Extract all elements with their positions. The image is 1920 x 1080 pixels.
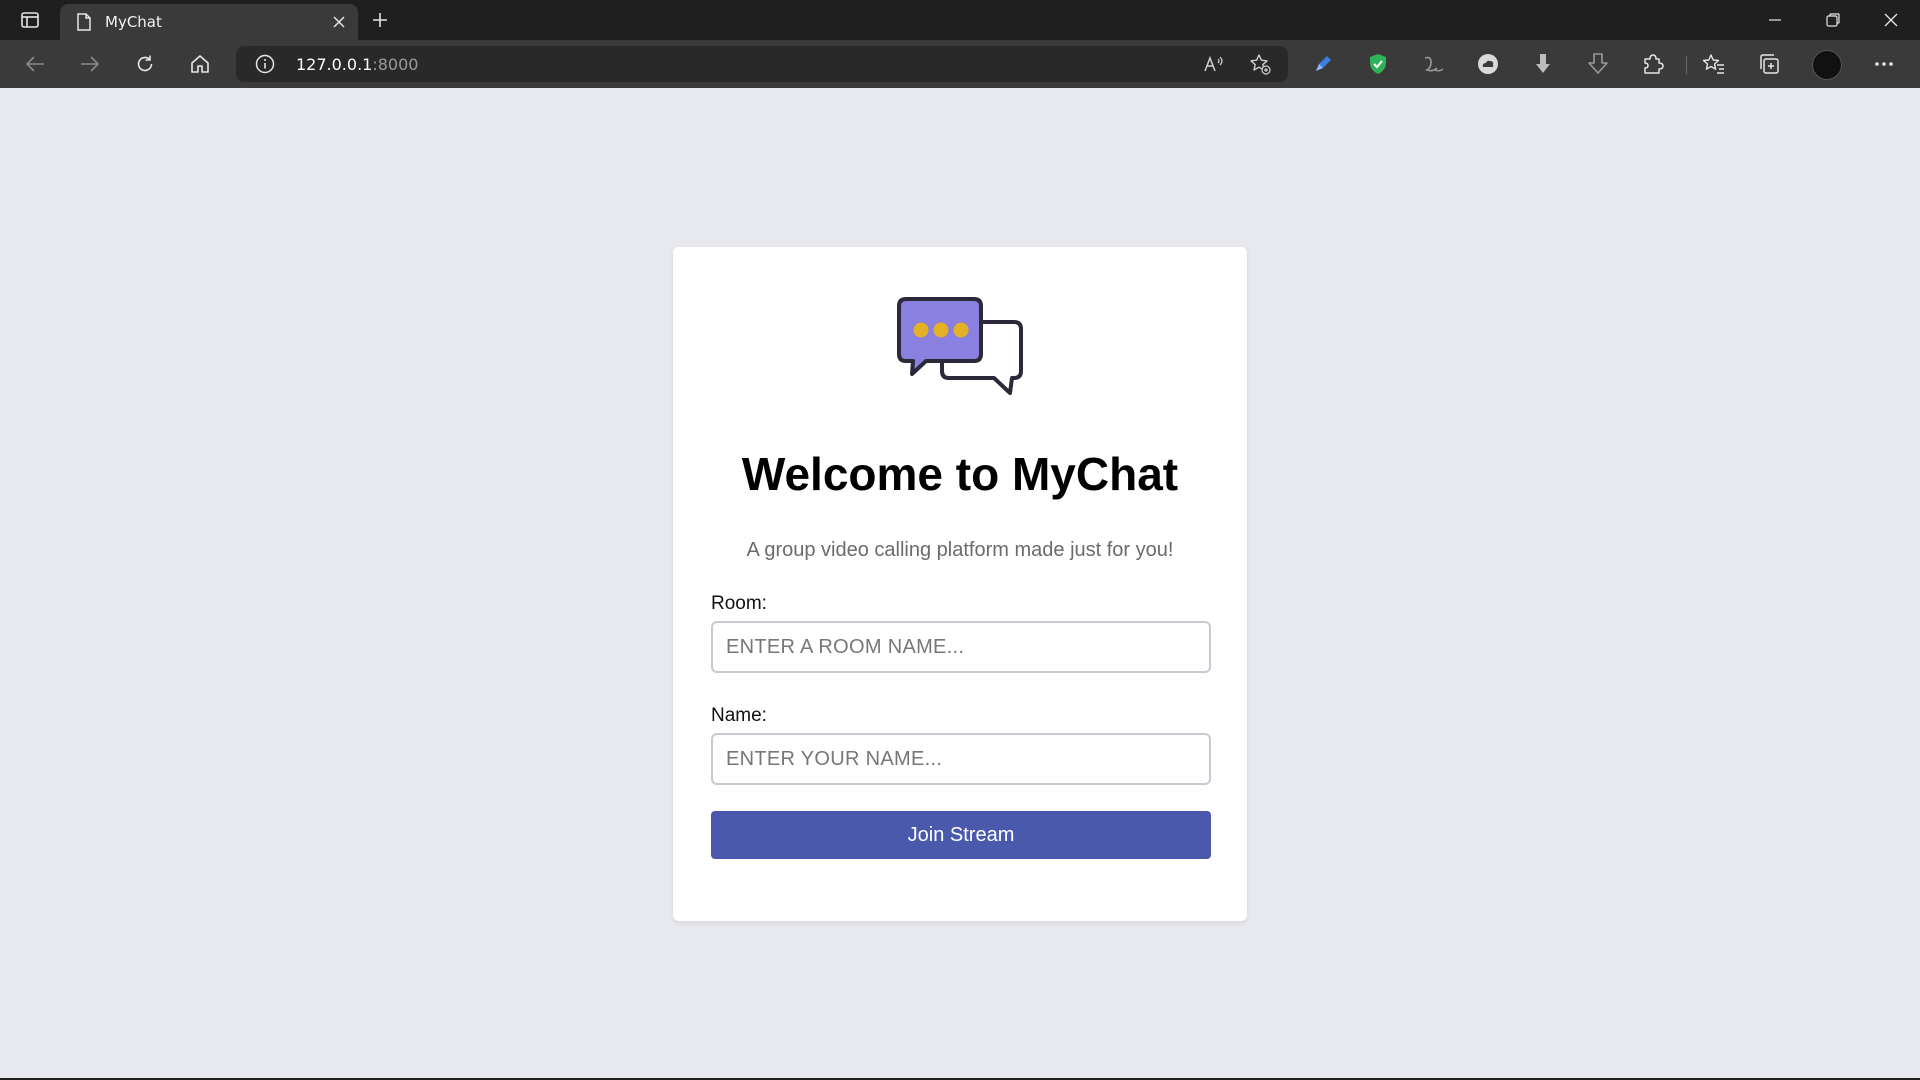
profile-avatar[interactable] <box>1812 50 1842 80</box>
favorite-add-icon[interactable] <box>1246 51 1274 77</box>
name-input[interactable] <box>711 733 1211 785</box>
back-arrow-icon[interactable] <box>17 48 53 80</box>
close-icon[interactable] <box>328 11 350 33</box>
more-icon[interactable] <box>1866 48 1902 80</box>
read-aloud-icon[interactable] <box>1200 51 1228 77</box>
tagline: A group video calling platform made just… <box>746 539 1174 561</box>
close-icon[interactable] <box>1862 0 1920 40</box>
address-bar[interactable]: 127.0.0.1:8000 <box>236 46 1288 82</box>
forward-arrow-icon[interactable] <box>72 48 108 80</box>
toolbar-divider <box>1686 56 1687 74</box>
tab-title: MyChat <box>105 13 162 31</box>
plus-icon[interactable] <box>366 6 394 34</box>
minimize-icon[interactable] <box>1746 0 1804 40</box>
address-url: 127.0.0.1:8000 <box>296 55 418 74</box>
address-port: :8000 <box>372 55 419 74</box>
page-title: Welcome to MyChat <box>741 448 1179 500</box>
download-extension-icon[interactable] <box>1525 48 1561 80</box>
join-card: Welcome to MyChat A group video calling … <box>673 247 1247 921</box>
download-arrow-icon[interactable] <box>1580 48 1616 80</box>
script-extension-icon[interactable] <box>1415 48 1451 80</box>
address-host: 127.0.0.1 <box>296 55 373 74</box>
home-icon[interactable] <box>182 48 218 80</box>
browser-tab[interactable]: MyChat <box>60 4 358 40</box>
tab-bar: MyChat <box>0 0 1920 40</box>
room-input[interactable] <box>711 621 1211 673</box>
pen-extension-icon[interactable] <box>1305 48 1341 80</box>
room-label: Room: <box>711 593 767 614</box>
join-stream-button[interactable]: Join Stream <box>711 811 1211 859</box>
chat-bubbles-icon <box>896 297 1026 397</box>
refresh-icon[interactable] <box>127 48 163 80</box>
page-icon <box>74 12 94 32</box>
name-label: Name: <box>711 705 767 726</box>
puzzle-icon[interactable] <box>1635 48 1671 80</box>
info-icon[interactable] <box>254 53 276 75</box>
restore-icon[interactable] <box>1804 0 1862 40</box>
shield-extension-icon[interactable] <box>1360 48 1396 80</box>
cloud-extension-icon[interactable] <box>1470 48 1506 80</box>
browser-toolbar: 127.0.0.1:8000 <box>0 40 1920 88</box>
collections-icon[interactable] <box>1751 48 1787 80</box>
sidebar-toggle-icon[interactable] <box>14 6 46 34</box>
favorites-icon[interactable] <box>1696 48 1732 80</box>
